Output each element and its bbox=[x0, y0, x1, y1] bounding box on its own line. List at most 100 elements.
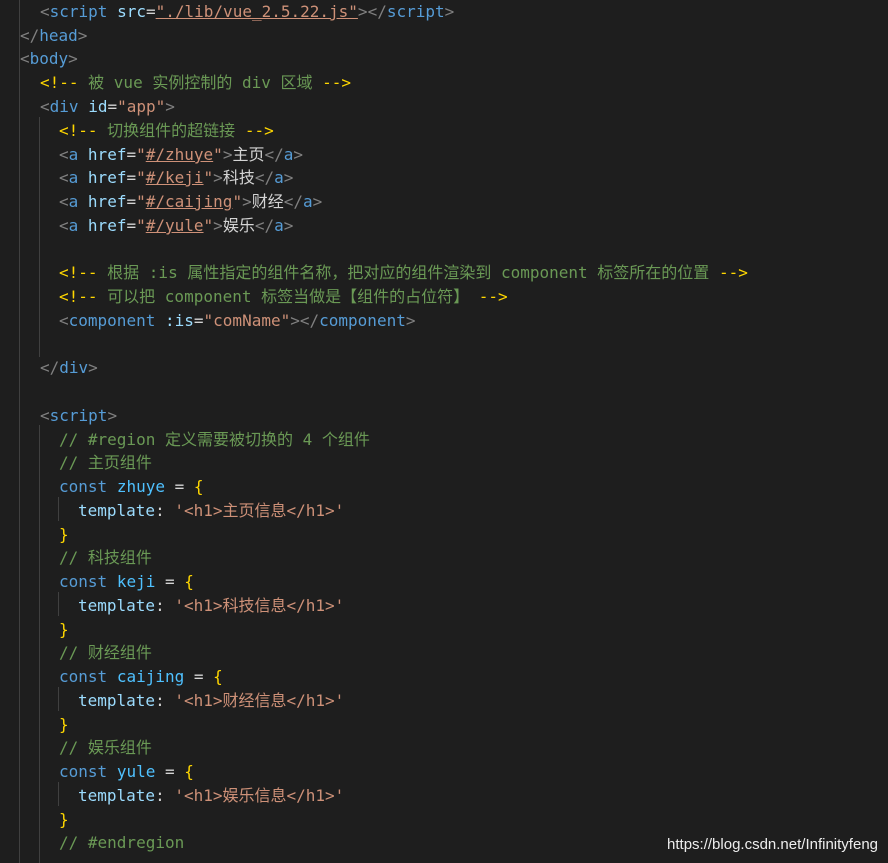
token: = bbox=[193, 311, 204, 330]
token: template bbox=[78, 786, 156, 805]
token: // 财经组件 bbox=[59, 643, 152, 662]
token: 被 vue 实例控制的 div 区域 bbox=[78, 73, 323, 92]
token: '<h1>财经信息</h1>' bbox=[174, 691, 345, 710]
token: { bbox=[184, 762, 194, 781]
token: = bbox=[107, 97, 118, 116]
token: 切换组件的超链接 bbox=[97, 121, 245, 140]
token: body bbox=[29, 49, 69, 68]
token: > bbox=[312, 192, 323, 211]
token: yule bbox=[116, 762, 156, 781]
code-line: // 科技组件 bbox=[59, 546, 152, 570]
code-line: // 娱乐组件 bbox=[59, 736, 152, 760]
token: > bbox=[290, 311, 300, 330]
token: <!-- bbox=[59, 287, 98, 306]
token: > bbox=[283, 168, 294, 187]
link-href[interactable]: #/yule bbox=[146, 216, 204, 235]
code-line: const zhuye = { bbox=[59, 475, 204, 499]
code-line: const keji = { bbox=[59, 570, 194, 594]
token: : bbox=[155, 501, 175, 520]
token: script bbox=[49, 406, 108, 425]
watermark: https://blog.csdn.net/Infinityfeng bbox=[667, 836, 878, 853]
token: 可以把 component 标签当做是【组件的占位符】 bbox=[97, 287, 479, 306]
token: } bbox=[59, 620, 69, 639]
indent-guide bbox=[58, 687, 59, 711]
token: component bbox=[319, 311, 406, 330]
token: // 科技组件 bbox=[59, 548, 152, 567]
token: : bbox=[155, 691, 175, 710]
token: : bbox=[155, 596, 175, 615]
token: a bbox=[274, 216, 284, 235]
token: 娱乐 bbox=[222, 216, 255, 235]
indent-guide bbox=[39, 425, 40, 863]
token: a bbox=[68, 145, 79, 164]
code-line: } bbox=[59, 713, 69, 737]
code-line: <a href="#/zhuye">主页</a> bbox=[59, 143, 303, 167]
token: = bbox=[126, 168, 137, 187]
code-line: <!-- 可以把 component 标签当做是【组件的占位符】 --> bbox=[59, 285, 508, 309]
token: <!-- bbox=[59, 263, 98, 282]
code-line: <!-- 切换组件的超链接 --> bbox=[59, 119, 274, 143]
token: a bbox=[283, 145, 294, 164]
token: caijing bbox=[116, 667, 185, 686]
token: a bbox=[303, 192, 313, 211]
token: zhuye bbox=[116, 477, 165, 496]
code-line: <script> bbox=[40, 404, 117, 428]
indent-guide bbox=[19, 0, 20, 863]
token: < bbox=[20, 49, 30, 68]
code-line: // #region 定义需要被切换的 4 个组件 bbox=[59, 428, 370, 452]
code-editor[interactable]: <script src="./lib/vue_2.5.22.js"></scri… bbox=[0, 0, 888, 863]
token: href bbox=[87, 145, 127, 164]
token: </ bbox=[40, 358, 60, 377]
token: template bbox=[78, 596, 156, 615]
indent-guide bbox=[58, 592, 59, 616]
token: // 主页组件 bbox=[59, 453, 152, 472]
token: 根据 :is 属性指定的组件名称，把对应的组件渲染到 component 标签所… bbox=[97, 263, 719, 282]
token: " bbox=[136, 192, 146, 211]
code-line: <!-- 根据 :is 属性指定的组件名称，把对应的组件渲染到 componen… bbox=[59, 261, 748, 285]
token: '<h1>科技信息</h1>' bbox=[174, 596, 345, 615]
token: </ bbox=[254, 168, 275, 187]
token: = bbox=[184, 667, 214, 686]
code-line: template: '<h1>娱乐信息</h1>' bbox=[78, 784, 344, 808]
token: "./lib/vue_2.5.22.js" bbox=[155, 2, 358, 21]
code-line: <div id="app"> bbox=[40, 95, 175, 119]
code-line: <script src="./lib/vue_2.5.22.js"></scri… bbox=[40, 0, 454, 24]
code-line: <!-- 被 vue 实例控制的 div 区域 --> bbox=[40, 71, 351, 95]
token: --> bbox=[244, 121, 274, 140]
link-href[interactable]: #/caijing bbox=[146, 192, 233, 211]
link-href[interactable]: #/zhuye bbox=[146, 145, 213, 164]
token: </ bbox=[20, 26, 40, 45]
token: " bbox=[232, 192, 243, 211]
token: = bbox=[145, 2, 156, 21]
token: > bbox=[213, 216, 223, 235]
token: a bbox=[274, 168, 284, 187]
token: < bbox=[40, 406, 50, 425]
code-line: const yule = { bbox=[59, 760, 194, 784]
token: = bbox=[155, 572, 185, 591]
token: </ bbox=[299, 311, 320, 330]
token: // #region 定义需要被切换的 4 个组件 bbox=[59, 430, 370, 449]
token: { bbox=[213, 667, 223, 686]
code-line: <a href="#/keji">科技</a> bbox=[59, 166, 293, 190]
token: div bbox=[59, 358, 89, 377]
token: " bbox=[203, 216, 214, 235]
token: < bbox=[59, 145, 69, 164]
token: > bbox=[357, 2, 368, 21]
token: "app" bbox=[117, 97, 166, 116]
token: " bbox=[136, 216, 146, 235]
token: = bbox=[164, 477, 194, 496]
token: > bbox=[444, 2, 455, 21]
token: div bbox=[49, 97, 79, 116]
token: 科技 bbox=[222, 168, 255, 187]
token: href bbox=[87, 192, 127, 211]
token: " bbox=[203, 168, 214, 187]
token: href bbox=[87, 216, 127, 235]
token: <!-- bbox=[59, 121, 98, 140]
token: } bbox=[59, 810, 69, 829]
token: </ bbox=[367, 2, 387, 21]
link-href[interactable]: #/keji bbox=[146, 168, 204, 187]
code-line: <a href="#/yule">娱乐</a> bbox=[59, 214, 293, 238]
code-line: // #endregion bbox=[59, 831, 184, 855]
code-line: } bbox=[59, 523, 69, 547]
token: script bbox=[386, 2, 445, 21]
